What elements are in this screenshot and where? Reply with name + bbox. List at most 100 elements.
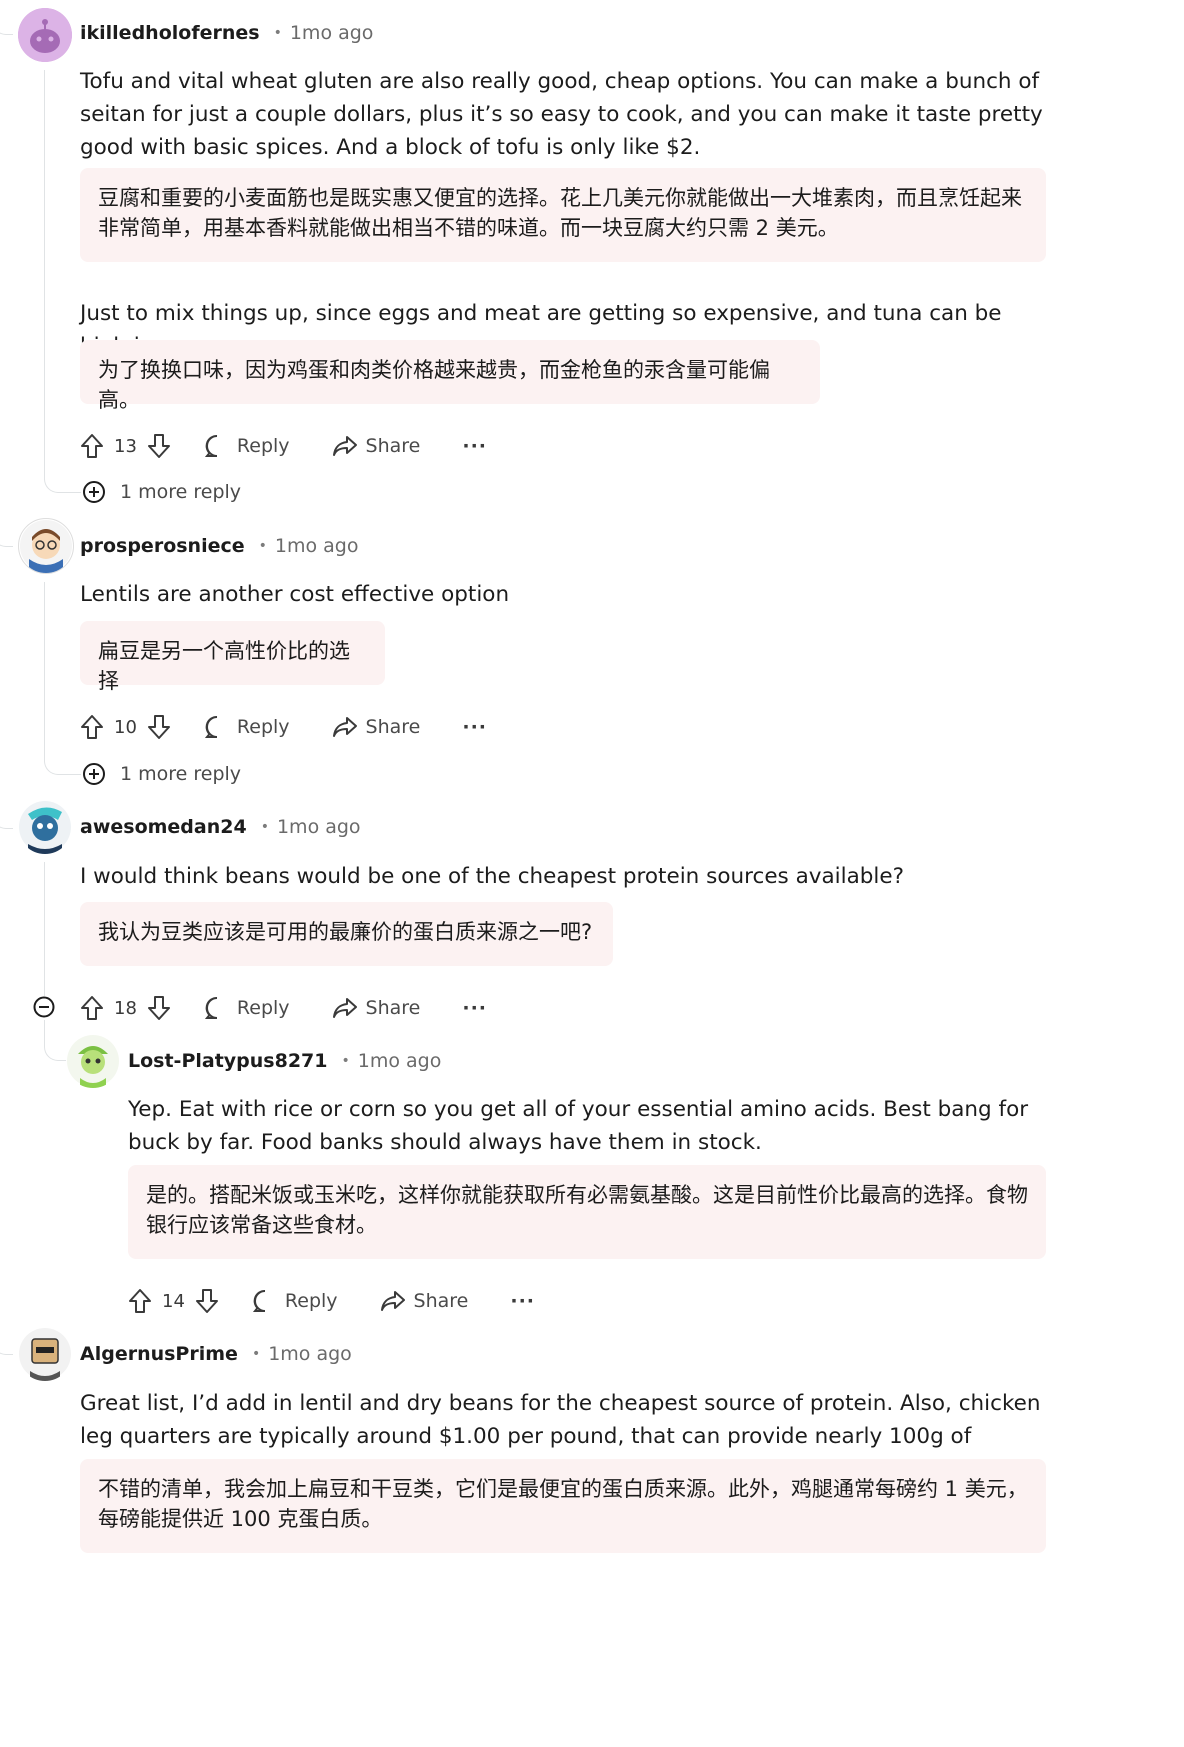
timestamp[interactable]: 1mo ago <box>268 1343 352 1365</box>
author-name[interactable]: AlgernusPrime <box>80 1343 238 1365</box>
more-replies-label: 1 more reply <box>120 481 242 503</box>
more-options-button[interactable]: ··· <box>462 435 487 457</box>
reply-label: Reply <box>284 1290 338 1312</box>
more-replies-link[interactable]: 1 more reply <box>82 480 241 504</box>
more-options-button[interactable]: ··· <box>510 1290 535 1312</box>
downvote-icon <box>147 715 170 739</box>
separator-dot: • <box>273 25 282 41</box>
author-name[interactable]: prosperosniece <box>80 535 245 557</box>
translation-box: 不错的清单，我会加上扁豆和干豆类，它们是最便宜的蛋白质来源。此外，鸡腿通常每磅约… <box>80 1459 1046 1553</box>
timestamp[interactable]: 1mo ago <box>275 535 359 557</box>
thread-line <box>44 70 45 480</box>
downvote-button[interactable] <box>195 1288 219 1314</box>
comment-text: Lentils are another cost effective optio… <box>80 582 510 607</box>
comment-actions: 14 Reply Share ··· <box>128 1283 535 1319</box>
share-icon <box>332 436 357 456</box>
separator-dot: • <box>341 1053 350 1069</box>
translation-box: 是的。搭配米饭或玉米吃，这样你就能获取所有必需氨基酸。这是目前性价比最高的选择。… <box>128 1165 1046 1259</box>
comment-text: Yep. Eat with rice or corn so you get al… <box>128 1097 1029 1155</box>
separator-dot: • <box>258 538 267 554</box>
comment-actions: 10 Reply Share ··· <box>80 709 487 745</box>
thread-connector <box>0 800 13 829</box>
author-name[interactable]: awesomedan24 <box>80 816 247 838</box>
thread-connector <box>0 518 13 547</box>
downvote-icon <box>147 434 170 458</box>
reddit-avatar-icon <box>67 1035 119 1088</box>
downvote-icon <box>195 1289 218 1313</box>
more-options-button[interactable]: ··· <box>462 997 487 1019</box>
collapse-minus-icon <box>33 996 55 1018</box>
share-icon <box>332 717 357 737</box>
reply-button[interactable]: Reply <box>204 434 290 458</box>
comment-actions: 13 Reply Share ··· <box>80 428 487 464</box>
upvote-button[interactable] <box>128 1288 152 1314</box>
share-button[interactable]: Share <box>332 715 421 739</box>
comment-bubble-icon <box>252 1289 266 1312</box>
share-button[interactable]: Share <box>380 1289 469 1313</box>
separator-dot: • <box>251 1346 261 1362</box>
comment-meta: Lost-Platypus8271 • 1mo ago <box>128 1050 441 1072</box>
vote-count: 14 <box>162 1290 185 1312</box>
avatar[interactable] <box>18 800 72 854</box>
author-name[interactable]: ikilledholofernes <box>80 22 260 44</box>
collapse-thread-button[interactable] <box>33 996 55 1018</box>
upvote-icon <box>81 715 103 739</box>
timestamp[interactable]: 1mo ago <box>290 22 374 44</box>
comment-bubble-icon <box>204 996 218 1019</box>
upvote-icon <box>81 434 103 458</box>
thread-line <box>44 862 45 996</box>
reply-button[interactable]: Reply <box>252 1289 338 1313</box>
comment-actions: 18 Reply Share ··· <box>80 990 487 1026</box>
more-replies-link[interactable]: 1 more reply <box>82 762 241 786</box>
downvote-button[interactable] <box>147 995 171 1021</box>
share-button[interactable]: Share <box>332 996 421 1020</box>
reddit-snoo-icon <box>18 8 72 62</box>
thread-connector <box>44 1020 67 1061</box>
translation-box: 豆腐和重要的小麦面筋也是既实惠又便宜的选择。花上几美元你就能做出一大堆素肉，而且… <box>80 168 1046 262</box>
more-options-button[interactable]: ··· <box>462 716 487 738</box>
avatar[interactable] <box>18 518 74 574</box>
separator-dot: • <box>260 819 269 835</box>
thread-connector <box>0 1326 13 1355</box>
comment-meta: AlgernusPrime • 1mo ago <box>80 1343 352 1365</box>
downvote-icon <box>147 996 170 1020</box>
timestamp[interactable]: 1mo ago <box>358 1050 442 1072</box>
avatar[interactable] <box>18 1327 72 1381</box>
translation-box: 扁豆是另一个高性价比的选择 <box>80 621 385 693</box>
expand-plus-icon <box>83 763 105 785</box>
downvote-button[interactable] <box>147 433 171 459</box>
reply-button[interactable]: Reply <box>204 996 290 1020</box>
reply-label: Reply <box>236 716 290 738</box>
share-button[interactable]: Share <box>332 434 421 458</box>
reddit-avatar-icon <box>19 801 71 854</box>
timestamp[interactable]: 1mo ago <box>277 816 361 838</box>
share-label: Share <box>365 435 421 457</box>
reply-label: Reply <box>236 997 290 1019</box>
share-label: Share <box>365 997 421 1019</box>
downvote-button[interactable] <box>147 714 171 740</box>
thread-connector <box>0 0 13 35</box>
share-icon <box>380 1291 405 1311</box>
comment-meta: ikilledholofernes • 1mo ago <box>80 22 373 44</box>
upvote-icon <box>129 1289 151 1313</box>
avatar[interactable] <box>66 1034 120 1088</box>
comment-text: Tofu and vital wheat gluten are also rea… <box>80 69 1043 160</box>
vote-count: 13 <box>114 435 137 457</box>
thread-connector <box>44 744 81 775</box>
share-label: Share <box>413 1290 469 1312</box>
thread-line <box>44 582 45 762</box>
comment-meta: prosperosniece • 1mo ago <box>80 535 359 557</box>
comment-bubble-icon <box>204 434 218 457</box>
avatar[interactable] <box>18 8 72 62</box>
comment-meta: awesomedan24 • 1mo ago <box>80 816 361 838</box>
vote-count: 18 <box>114 997 137 1019</box>
upvote-button[interactable] <box>80 433 104 459</box>
comment-text: I would think beans would be one of the … <box>80 864 905 889</box>
reply-button[interactable]: Reply <box>204 715 290 739</box>
upvote-button[interactable] <box>80 714 104 740</box>
comment-bubble-icon <box>204 715 218 738</box>
author-name[interactable]: Lost-Platypus8271 <box>128 1050 327 1072</box>
translation-box: 为了换换口味，因为鸡蛋和肉类价格越来越贵，而金枪鱼的汞含量可能偏高。 <box>80 340 820 412</box>
share-label: Share <box>365 716 421 738</box>
upvote-button[interactable] <box>80 995 104 1021</box>
